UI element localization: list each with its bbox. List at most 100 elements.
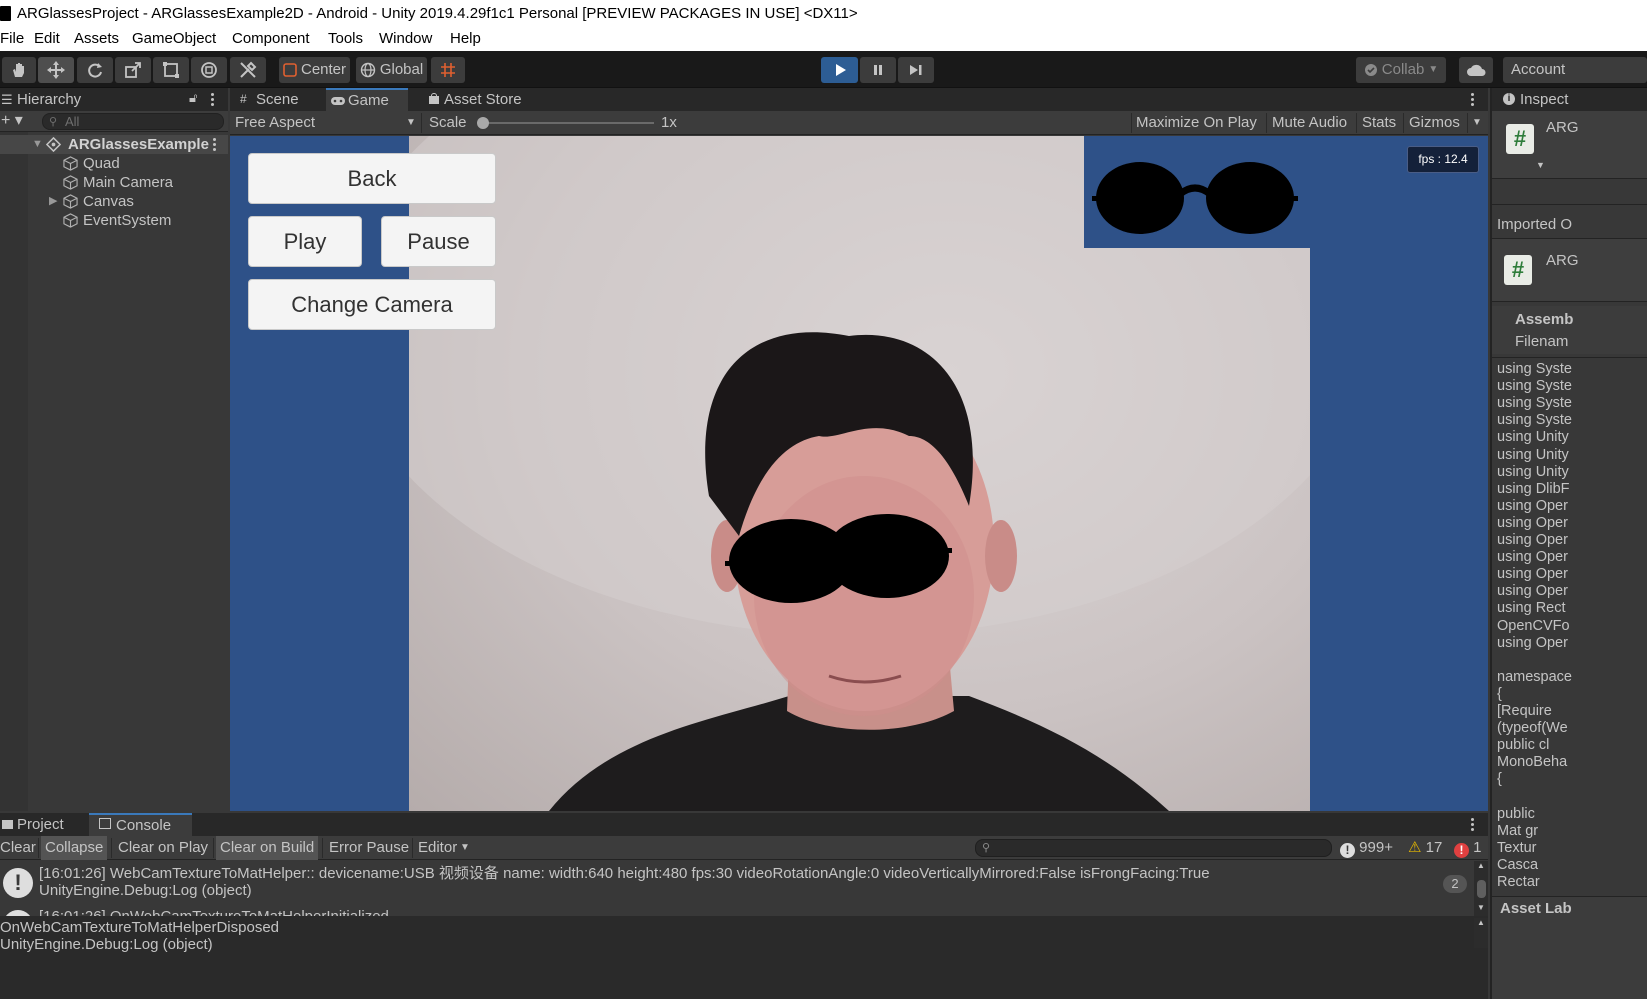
- pivot-global-button[interactable]: Global: [356, 57, 427, 83]
- collab-button[interactable]: Collab ▼: [1356, 57, 1446, 83]
- mute-audio-toggle[interactable]: Mute Audio: [1272, 111, 1347, 135]
- expand-arrow-icon[interactable]: ▼: [32, 135, 43, 154]
- expand-arrow-icon[interactable]: ▶: [49, 192, 57, 211]
- collapse-toggle[interactable]: Collapse: [41, 836, 108, 860]
- console-search-input[interactable]: ⚲: [975, 839, 1332, 857]
- asset-labels-label: Asset Lab: [1500, 900, 1572, 917]
- console-menu-icon[interactable]: [1471, 818, 1475, 833]
- clear-on-play-toggle[interactable]: Clear on Play: [118, 836, 208, 860]
- tab-project[interactable]: Project: [0, 813, 85, 836]
- scroll-up-icon[interactable]: ▲: [1477, 861, 1485, 870]
- menu-window[interactable]: Window: [379, 27, 432, 51]
- transform-tool-button[interactable]: [191, 57, 227, 83]
- chevron-down-icon[interactable]: ▼: [406, 111, 416, 135]
- log-scrollbar[interactable]: ▲ ▼: [1474, 861, 1488, 916]
- divider: [1266, 113, 1267, 133]
- sunglasses-icon: [1092, 162, 1298, 234]
- menu-edit[interactable]: Edit: [34, 27, 60, 51]
- clear-on-build-toggle[interactable]: Clear on Build: [216, 836, 319, 860]
- menu-file[interactable]: File: [0, 27, 24, 51]
- menu-tools[interactable]: Tools: [328, 27, 363, 51]
- custom-tool-button[interactable]: [230, 57, 266, 83]
- hierarchy-item-quad[interactable]: Quad: [0, 154, 228, 173]
- clear-button[interactable]: Clear: [0, 836, 36, 860]
- move-icon: [47, 61, 65, 79]
- hand-tool-button[interactable]: [2, 57, 36, 83]
- pivot-icon: [283, 63, 297, 77]
- code-line: using Oper: [1497, 583, 1568, 600]
- pause-button[interactable]: Pause: [381, 216, 496, 267]
- code-line: using Unity: [1497, 429, 1569, 446]
- scene-name: ARGlassesExample: [68, 136, 209, 153]
- tab-inspector[interactable]: i Inspect: [1492, 88, 1647, 111]
- hierarchy-scene-row[interactable]: ▼ ARGlassesExample: [0, 135, 228, 154]
- info-icon: i: [1503, 93, 1515, 105]
- folder-icon: [2, 820, 13, 829]
- console-icon: [99, 818, 111, 829]
- scale-slider-handle[interactable]: [477, 117, 489, 129]
- code-line: {: [1497, 771, 1502, 788]
- change-camera-button[interactable]: Change Camera: [248, 279, 496, 330]
- grid-snap-button[interactable]: [431, 57, 465, 83]
- chevron-down-icon[interactable]: ▼: [1536, 160, 1545, 170]
- hierarchy-gutter: [0, 132, 28, 811]
- tab-game[interactable]: Game: [326, 88, 408, 111]
- menu-assets[interactable]: Assets: [74, 27, 119, 51]
- gameobject-cube-icon: [63, 175, 78, 190]
- add-object-button[interactable]: + ▾: [1, 112, 23, 130]
- game-screen[interactable]: Back Play Pause Change Camera fps : 12.4: [230, 136, 1488, 811]
- tab-scene-label: Scene: [256, 91, 299, 108]
- hierarchy-item-eventsystem[interactable]: EventSystem: [0, 211, 228, 230]
- code-line: namespace: [1497, 668, 1572, 685]
- scroll-down-icon[interactable]: ▼: [1477, 903, 1485, 912]
- rotate-tool-button[interactable]: [77, 57, 113, 83]
- scale-slider-track[interactable]: [480, 122, 654, 124]
- code-line: using Oper: [1497, 549, 1568, 566]
- detail-scrollbar[interactable]: ▲: [1474, 918, 1488, 948]
- game-panel-menu-icon[interactable]: [1471, 93, 1475, 108]
- pause-mode-button[interactable]: [860, 57, 896, 83]
- stats-toggle[interactable]: Stats: [1362, 111, 1396, 135]
- rect-tool-button[interactable]: [153, 57, 189, 83]
- info-count-toggle[interactable]: ! 999+: [1340, 836, 1393, 860]
- gizmos-dropdown-icon[interactable]: ▼: [1472, 111, 1482, 135]
- tab-hierarchy[interactable]: ☰ Hierarchy: [0, 88, 105, 111]
- gizmos-toggle[interactable]: Gizmos: [1409, 111, 1460, 135]
- hierarchy-menu-icon[interactable]: [211, 93, 215, 108]
- chevron-down-icon[interactable]: ▼: [460, 836, 470, 860]
- editor-dropdown[interactable]: Editor: [418, 836, 457, 860]
- script-preview: using Syste using Syste using Syste using S…: [1492, 357, 1647, 897]
- tab-console[interactable]: Console: [89, 813, 192, 836]
- menu-help[interactable]: Help: [450, 27, 481, 51]
- scroll-up-icon[interactable]: ▲: [1477, 918, 1485, 927]
- play-mode-button[interactable]: [821, 57, 858, 83]
- menu-component[interactable]: Component: [232, 27, 310, 51]
- scene-menu-icon[interactable]: [213, 138, 217, 153]
- warning-count-toggle[interactable]: ⚠ 17: [1408, 836, 1442, 860]
- tab-asset-store[interactable]: Asset Store: [422, 88, 530, 111]
- log-message: [16:01:26] OnWebCamTextureToMatHelperIni…: [39, 908, 389, 916]
- scroll-thumb[interactable]: [1477, 880, 1486, 898]
- move-tool-button[interactable]: [38, 57, 74, 83]
- log-entry[interactable]: ! [16:01:26] WebCamTextureToMatHelper:: …: [0, 865, 1474, 905]
- hierarchy-item-main-camera[interactable]: Main Camera: [0, 173, 228, 192]
- detail-message: OnWebCamTextureToMatHelperDisposed: [0, 919, 280, 936]
- error-count-toggle[interactable]: ! 1: [1454, 836, 1482, 860]
- back-button[interactable]: Back: [248, 153, 496, 204]
- menu-gameobject[interactable]: GameObject: [132, 27, 216, 51]
- scale-tool-button[interactable]: [115, 57, 151, 83]
- tab-hierarchy-label: Hierarchy: [17, 91, 82, 108]
- hierarchy-search-input[interactable]: ⚲ All: [42, 113, 224, 130]
- error-pause-toggle[interactable]: Error Pause: [329, 836, 409, 860]
- lock-icon[interactable]: 🔓︎: [189, 90, 197, 106]
- hierarchy-item-canvas[interactable]: ▶ Canvas: [0, 192, 228, 211]
- pivot-center-button[interactable]: Center: [279, 57, 350, 83]
- aspect-dropdown[interactable]: Free Aspect: [235, 111, 315, 135]
- maximize-on-play-toggle[interactable]: Maximize On Play: [1136, 111, 1257, 135]
- log-entry[interactable]: ! [16:01:26] OnWebCamTextureToMatHelperI…: [0, 907, 1474, 916]
- tab-scene[interactable]: # Scene: [234, 88, 322, 111]
- cloud-button[interactable]: [1459, 57, 1493, 83]
- step-mode-button[interactable]: [898, 57, 934, 83]
- account-button[interactable]: Account: [1503, 57, 1647, 83]
- play-button[interactable]: Play: [248, 216, 362, 267]
